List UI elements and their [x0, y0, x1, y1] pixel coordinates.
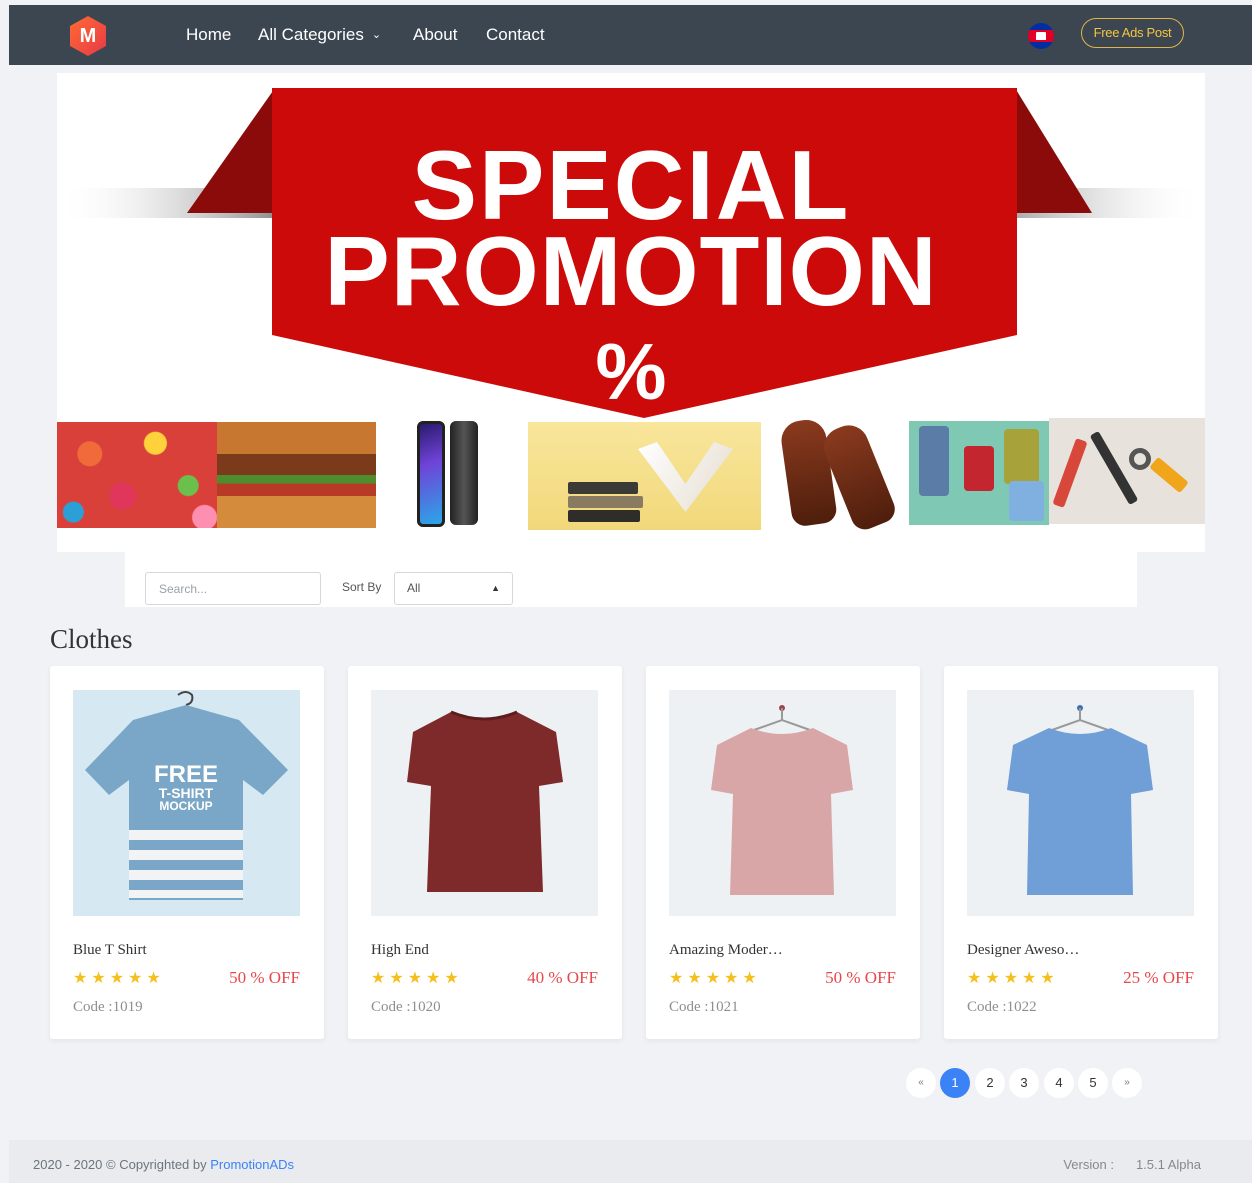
product-name: Blue T Shirt	[73, 942, 147, 958]
svg-text:MOCKUP: MOCKUP	[159, 799, 212, 813]
cambodia-flag-icon[interactable]	[1028, 23, 1054, 49]
product-image	[371, 690, 598, 916]
product-card[interactable]: High End ★★★★★ 40 % OFF Code :1020	[348, 666, 622, 1039]
product-code: Code :1019	[73, 999, 143, 1015]
product-image	[967, 690, 1194, 916]
tool-shape	[1149, 456, 1189, 494]
shoes-image	[761, 417, 901, 534]
star-rating-icon: ★★★★★	[967, 970, 1059, 987]
pagination-page-1[interactable]: 1	[940, 1068, 970, 1098]
pagination-prev-button[interactable]: «	[906, 1068, 936, 1098]
version-info: Version : 1.5.1 Alpha	[1063, 1157, 1201, 1172]
dress-shape	[964, 446, 994, 491]
filter-bar: Sort By All ▲	[125, 552, 1137, 607]
product-image: FREE T-SHIRT MOCKUP	[73, 690, 300, 916]
candy-image	[57, 422, 221, 528]
smartphone-front-image	[417, 421, 445, 527]
footer: 2020 - 2020 © Copyrighted by PromotionAD…	[9, 1140, 1252, 1183]
books-image	[528, 422, 761, 530]
product-card[interactable]: Amazing Moder… ★★★★★ 50 % OFF Code :1021	[646, 666, 920, 1039]
nav-contact-link[interactable]: Contact	[486, 25, 545, 45]
tool-shape	[1089, 430, 1139, 506]
tools-image	[1049, 418, 1205, 524]
discount-badge: 50 % OFF	[229, 968, 300, 987]
brand-logo[interactable]: M	[68, 15, 108, 57]
copyright-prefix: 2020 - 2020 © Copyrighted by	[33, 1157, 211, 1172]
skirt-shape	[1004, 429, 1039, 484]
promo-percent-symbol: %	[595, 327, 667, 416]
product-code: Code :1022	[967, 999, 1037, 1015]
select-arrows-icon: ▲	[491, 583, 500, 593]
tshirt-image-icon: FREE T-SHIRT MOCKUP	[85, 691, 288, 900]
nav-about-link[interactable]: About	[413, 25, 457, 45]
product-category-strip	[57, 417, 1205, 534]
promotion-banner: SPECIAL PROMOTION %	[57, 73, 1205, 552]
nav-all-categories-label: All Categories	[258, 25, 364, 44]
product-name: Designer Aweso…	[967, 942, 1080, 958]
product-image	[669, 690, 896, 916]
search-input[interactable]	[145, 572, 321, 605]
svg-text:FREE: FREE	[154, 761, 218, 788]
open-book-shape	[638, 442, 733, 512]
discount-badge: 50 % OFF	[825, 968, 896, 987]
free-ads-post-button[interactable]: Free Ads Post	[1081, 18, 1184, 48]
star-rating-icon: ★★★★★	[73, 970, 165, 987]
version-number: 1.5.1 Alpha	[1135, 1157, 1201, 1172]
tool-shape	[1052, 438, 1088, 508]
star-rating-icon: ★★★★★	[669, 970, 761, 987]
smartphone-back-image	[450, 421, 478, 525]
discount-badge: 40 % OFF	[527, 968, 598, 987]
product-name: Amazing Moder…	[669, 942, 783, 958]
chevron-down-icon: ⌄	[371, 29, 382, 41]
tshirt-image-icon	[407, 710, 563, 892]
product-card[interactable]: FREE T-SHIRT MOCKUP Blue T Shirt ★★★★★ 5…	[50, 666, 324, 1039]
tshirt-image-icon	[711, 705, 853, 895]
brand-link[interactable]: PromotionADs	[210, 1157, 294, 1172]
sort-by-label: Sort By	[342, 580, 382, 594]
flag-temple-icon	[1036, 32, 1046, 40]
product-card[interactable]: Designer Aweso… ★★★★★ 25 % OFF Code :102…	[944, 666, 1218, 1039]
shirt-shape	[1009, 481, 1044, 521]
copyright-text: 2020 - 2020 © Copyrighted by PromotionAD…	[33, 1157, 294, 1172]
tshirt-image-icon	[1007, 705, 1153, 895]
sort-by-select[interactable]: All ▲	[394, 572, 513, 605]
pagination-next-button[interactable]: »	[1112, 1068, 1142, 1098]
product-code: Code :1021	[669, 999, 739, 1015]
nav-home-link[interactable]: Home	[186, 25, 231, 45]
top-navbar: M Home All Categories ⌄ About Contact Fre…	[9, 5, 1252, 65]
pagination-page-5[interactable]: 5	[1078, 1068, 1108, 1098]
clothes-image	[909, 421, 1049, 525]
star-rating-icon: ★★★★★	[371, 970, 463, 987]
product-name: High End	[371, 942, 429, 958]
jeans-shape	[919, 426, 949, 496]
tape-roll-shape	[1129, 448, 1151, 470]
book-shape	[568, 496, 643, 508]
pagination-page-3[interactable]: 3	[1009, 1068, 1039, 1098]
book-shape	[568, 510, 640, 522]
promo-title-line2: PROMOTION	[324, 216, 938, 326]
sort-selected-value: All	[407, 581, 421, 595]
book-shape	[568, 482, 638, 494]
version-label: Version :	[1063, 1157, 1114, 1172]
product-code: Code :1020	[371, 999, 441, 1015]
pagination-page-2[interactable]: 2	[975, 1068, 1005, 1098]
category-heading: Clothes	[50, 624, 133, 654]
pagination-page-4[interactable]: 4	[1044, 1068, 1074, 1098]
burger-image	[217, 422, 376, 528]
discount-badge: 25 % OFF	[1123, 968, 1194, 987]
nav-all-categories-dropdown[interactable]: All Categories ⌄	[258, 25, 381, 47]
logo-letter: M	[79, 25, 97, 47]
